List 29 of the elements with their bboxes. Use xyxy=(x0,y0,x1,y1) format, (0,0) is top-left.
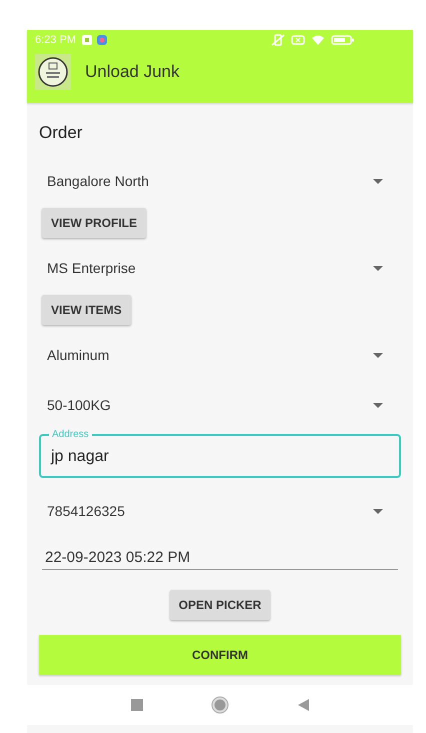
field-value: jp nagar xyxy=(51,448,109,466)
action-button[interactable]: VIEW ITEMS xyxy=(42,295,131,325)
field-label: Address xyxy=(49,429,92,440)
home-icon[interactable] xyxy=(211,696,229,714)
dropdown-arrow-icon xyxy=(373,352,383,358)
confirm-button[interactable]: CONFIRM xyxy=(39,635,401,675)
battery-icon xyxy=(330,34,355,46)
vibrate-icon xyxy=(270,34,285,46)
date-field[interactable]: 22-09-2023 05:22 PM xyxy=(42,541,398,570)
dropdown[interactable]: Bangalore North xyxy=(39,156,401,206)
dropdown-arrow-icon xyxy=(373,178,383,184)
back-icon[interactable] xyxy=(297,699,309,711)
dropdown-arrow-icon xyxy=(373,402,383,408)
logo-icon xyxy=(35,54,71,90)
dropdown[interactable]: 7854126325 xyxy=(39,486,401,536)
dropdown[interactable]: Aluminum xyxy=(39,330,401,380)
picker-button[interactable]: OPEN PICKER xyxy=(170,590,270,620)
sim-icon xyxy=(290,34,305,46)
dropdown-arrow-icon xyxy=(373,508,383,514)
action-button[interactable]: VIEW PROFILE xyxy=(42,208,146,238)
dropdown[interactable]: 50-100KG xyxy=(39,380,401,430)
page-heading: Order xyxy=(39,122,84,144)
app-icon xyxy=(96,34,108,46)
app-title: Unload Junk xyxy=(85,62,180,82)
status-time: 6:23 PM xyxy=(35,34,76,46)
dropdown-arrow-icon xyxy=(373,266,383,270)
dropdown[interactable]: MS Enterprise xyxy=(39,243,401,293)
wifi-icon xyxy=(310,34,325,46)
notification-icon xyxy=(80,34,93,46)
